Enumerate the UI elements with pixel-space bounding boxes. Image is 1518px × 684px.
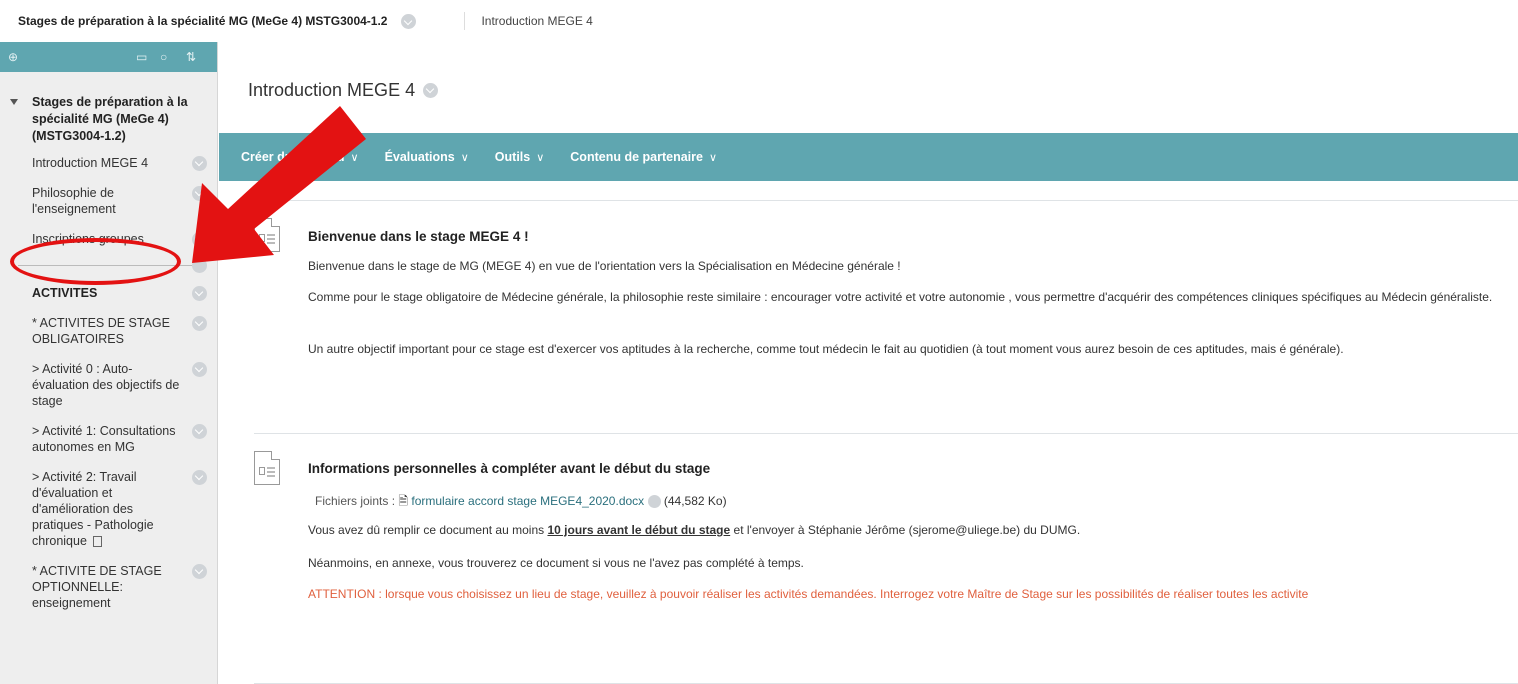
warning-paragraph: ATTENTION : lorsque vous choisissez un l… [308,587,1309,601]
item-paragraph: Néanmoins, en annexe, vous trouverez ce … [308,556,804,570]
chevron-down-icon[interactable] [192,564,207,579]
hidden-item-icon [93,536,103,548]
file-icon: 🗎 [398,494,409,508]
item-paragraph: Bienvenue dans le stage de MG (MEGE 4) e… [308,259,901,273]
chevron-down-icon: ∨ [708,151,718,164]
chevron-down-icon[interactable] [192,258,207,273]
sidebar-item-activite-1[interactable]: > Activité 1: Consultations autonomes en… [0,423,217,455]
menu-evaluations[interactable]: Évaluations ∨ [385,150,469,164]
breadcrumb: Stages de préparation à la spécialité MG… [0,0,1518,42]
chevron-down-icon[interactable] [647,495,661,509]
menu-outils[interactable]: Outils ∨ [495,150,544,164]
chevron-down-icon[interactable] [192,156,207,171]
course-root-node[interactable]: Stages de préparation à la spécialité MG… [0,94,217,145]
content-item: Informations personnelles à compléter av… [254,433,1518,683]
action-bar: Créer du contenu ∨ Évaluations ∨ Outils ∨ C… [219,133,1518,181]
sidebar-item-introduction[interactable]: Introduction MEGE 4 [0,155,217,171]
activities-list: ACTIVITES * ACTIVITES DE STAGE OBLIGATOI… [0,285,217,611]
chevron-down-icon[interactable] [401,13,417,29]
item-title[interactable]: Informations personnelles à compléter av… [308,461,710,476]
chevron-down-icon[interactable] [192,316,207,331]
item-paragraph: Un autre objectif important pour ce stag… [308,342,1344,356]
sidebar-heading-activites: ACTIVITES [0,285,217,301]
sidebar-item-activites-obligatoires[interactable]: * ACTIVITES DE STAGE OBLIGATOIRES [0,315,217,347]
attachments-row: Fichiers joints : 🗎 formulaire accord st… [315,494,727,509]
sidebar-item-activite-optionnelle[interactable]: * ACTIVITE DE STAGE OPTIONNELLE: enseign… [0,563,217,611]
course-menu-sidebar: ⊕ ▭ ○ ⇅ Stages de préparation à la spéci… [0,42,218,684]
chevron-down-icon[interactable] [423,83,439,98]
content-item: Bienvenue dans le stage MEGE 4 ! Bienven… [254,200,1518,433]
chevron-down-icon: ∨ [536,151,545,164]
add-menu-item-icon[interactable]: ⊕ [8,50,18,64]
chevron-down-icon[interactable] [192,424,207,439]
folder-view-icon[interactable]: ▭ [136,50,147,64]
attachment-link[interactable]: formulaire accord stage MEGE4_2020.docx [411,494,644,508]
item-paragraph: Comme pour le stage obligatoire de Médec… [308,290,1493,304]
chevron-down-icon[interactable] [192,470,207,485]
breadcrumb-divider [464,12,466,30]
chevron-down-icon[interactable] [192,362,207,377]
sidebar-toolbar: ⊕ ▭ ○ ⇅ [0,42,217,72]
chevron-down-icon: ∨ [350,151,359,164]
chevron-down-icon[interactable] [192,186,207,201]
item-paragraph: Vous avez dû remplir ce document au moin… [308,523,1081,537]
main-content: Introduction MEGE 4 Créer du contenu ∨ Év… [219,42,1518,684]
menu-contenu-partenaire[interactable]: Contenu de partenaire ∨ [570,150,717,164]
course-menu-tree: Stages de préparation à la spécialité MG… [0,72,217,611]
caret-down-icon[interactable] [10,99,18,105]
chevron-down-icon[interactable] [192,232,207,247]
menu-list: Introduction MEGE 4 Philosophie de l'ens… [0,155,217,247]
chevron-down-icon: ∨ [460,151,469,164]
breadcrumb-course[interactable]: Stages de préparation à la spécialité MG… [18,14,387,28]
menu-creer-contenu[interactable]: Créer du contenu ∨ [241,150,359,164]
document-icon [254,451,280,485]
chevron-down-icon[interactable] [192,286,207,301]
sidebar-item-activite-2[interactable]: > Activité 2: Travail d'évaluation et d'… [0,469,217,549]
page-title: Introduction MEGE 4 [248,80,439,101]
breadcrumb-page: Introduction MEGE 4 [481,14,593,28]
refresh-icon[interactable]: ○ [160,50,167,64]
sidebar-item-activite-0[interactable]: > Activité 0 : Auto-évaluation des objec… [0,361,217,409]
item-title[interactable]: Bienvenue dans le stage MEGE 4 ! [308,229,529,244]
highlight-ellipse [10,238,181,285]
sidebar-item-philosophie[interactable]: Philosophie de l'enseignement [0,185,217,217]
attachment-size: (44,582 Ko) [663,494,727,508]
document-icon [254,218,280,252]
reorder-icon[interactable]: ⇅ [186,50,196,64]
